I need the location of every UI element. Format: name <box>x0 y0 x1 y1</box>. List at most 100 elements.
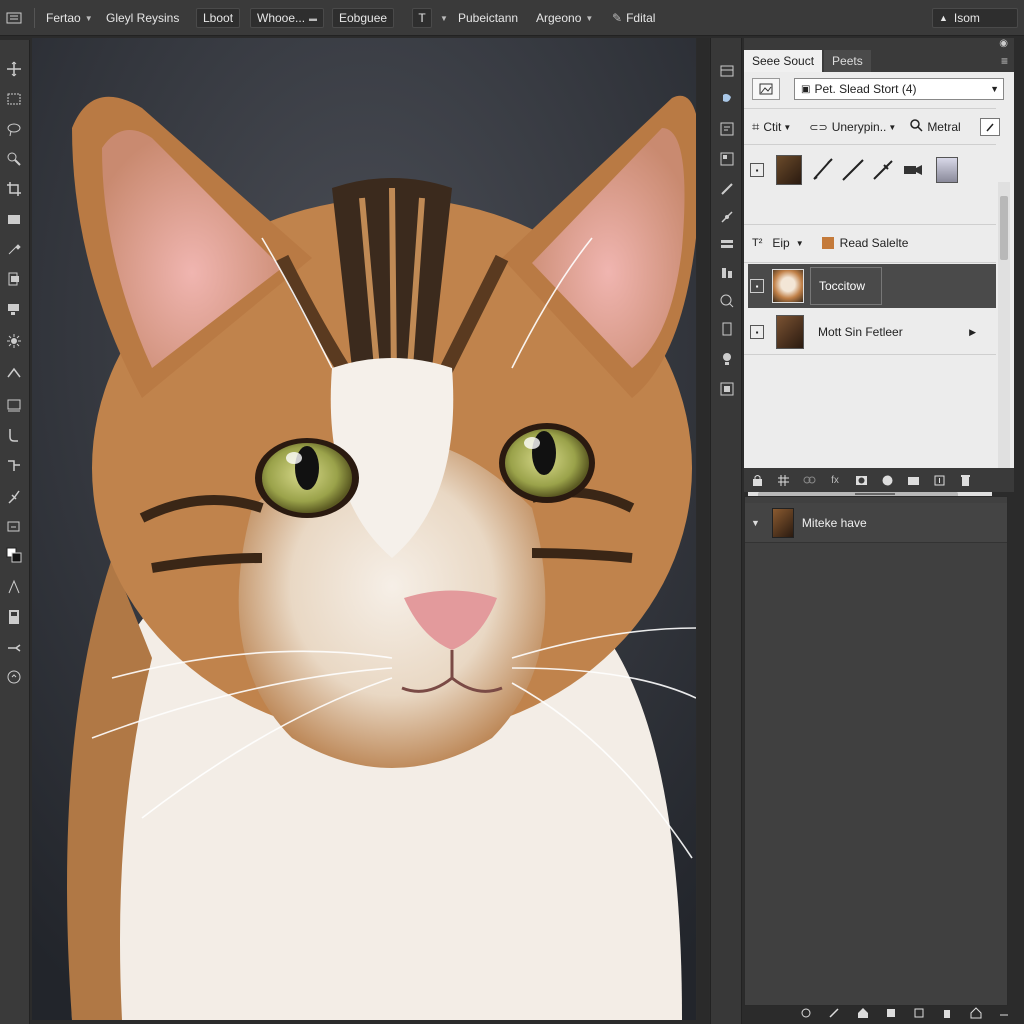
swatches-icon[interactable] <box>716 148 738 170</box>
adjustments-icon[interactable] <box>716 262 738 284</box>
panel-menu-icon[interactable]: ≡ <box>1001 50 1008 72</box>
option-lboot[interactable]: Lboot <box>196 8 241 28</box>
brush-icon[interactable] <box>810 157 836 183</box>
visibility-icon[interactable]: ▪ <box>750 163 764 177</box>
panel-scrollbar[interactable]: ⌄ <box>998 182 1010 492</box>
pencil-icon[interactable] <box>828 1007 840 1022</box>
expand-arrow-icon[interactable]: ▶ <box>969 327 976 338</box>
option-label: Gleyl Reysins <box>106 11 180 25</box>
workspace-switcher[interactable]: ▲ Isom <box>932 8 1018 28</box>
eraser-tool-icon[interactable] <box>3 394 25 416</box>
delete-icon[interactable] <box>952 470 978 490</box>
square-icon[interactable] <box>885 1007 897 1022</box>
healing-brush-icon[interactable] <box>3 268 25 290</box>
option-gleyl-reysins[interactable]: Gleyl Reysins <box>106 8 179 28</box>
option-whooe-dropdown[interactable]: Whooe... ▬ <box>250 8 325 28</box>
preset-select[interactable]: ▣ Pet. Slead Stort (4) ▼ <box>794 78 1004 100</box>
read-salelte-button[interactable]: Read Salelte <box>840 236 909 250</box>
quick-mask-icon[interactable] <box>3 606 25 628</box>
adjustment-layer-icon[interactable] <box>874 470 900 490</box>
gradient-tool-icon[interactable] <box>3 424 25 446</box>
text-tool-button[interactable]: T <box>412 8 432 28</box>
navigator-icon[interactable] <box>716 290 738 312</box>
tab-peets[interactable]: Peets <box>824 50 871 72</box>
option-argeono[interactable]: Argeono ▼ <box>536 8 593 28</box>
marquee-tool-icon[interactable] <box>3 88 25 110</box>
lock-icon[interactable] <box>744 470 770 490</box>
color-swatches-icon[interactable] <box>3 544 25 566</box>
effects-icon[interactable]: fx <box>822 470 848 490</box>
search-field[interactable]: Metral <box>927 120 960 134</box>
style-swatch-icon <box>821 237 834 249</box>
paths-icon[interactable] <box>716 206 738 228</box>
color-icon[interactable] <box>716 88 738 110</box>
pen-nib-icon[interactable] <box>870 157 896 183</box>
chevron-down-icon[interactable]: ▼ <box>751 518 760 528</box>
home-alt-icon[interactable] <box>970 1006 982 1022</box>
chevron-down-icon: ▼ <box>795 238 804 248</box>
text-size-icon: T² <box>752 237 763 249</box>
kind-dropdown[interactable]: Unerypin.. <box>832 120 887 134</box>
edit-dropdown[interactable]: Eip <box>772 236 789 250</box>
move-tool-icon[interactable] <box>3 58 25 80</box>
layer-row-selected[interactable]: ▪ Toccitow <box>748 264 996 308</box>
grid-icon[interactable] <box>770 470 796 490</box>
pen-tool-icon[interactable] <box>3 516 25 538</box>
canvas-scrollbar[interactable] <box>697 38 709 1020</box>
line-icon[interactable] <box>840 157 866 183</box>
panel-grip[interactable] <box>855 493 895 495</box>
dodge-tool-icon[interactable] <box>3 486 25 508</box>
libraries-icon[interactable] <box>716 378 738 400</box>
search-icon <box>910 119 923 135</box>
properties-icon[interactable] <box>716 118 738 140</box>
document-canvas[interactable] <box>32 38 696 1020</box>
quick-select-icon[interactable] <box>3 148 25 170</box>
new-layer-icon[interactable] <box>926 470 952 490</box>
layer-thumbnail <box>776 315 804 349</box>
zoom-tool-icon[interactable] <box>3 666 25 688</box>
pen-icon[interactable] <box>980 118 1000 136</box>
crop-tool-icon[interactable] <box>3 178 25 200</box>
info-icon[interactable] <box>716 318 738 340</box>
channels-icon[interactable] <box>716 234 738 256</box>
list-item[interactable]: ▼ Miteke have <box>745 503 1007 543</box>
type-tool-icon[interactable] <box>3 576 25 598</box>
menu-icon[interactable] <box>6 8 22 28</box>
link-layers-icon[interactable] <box>796 470 822 490</box>
option-eobguee[interactable]: Eobguee <box>332 8 395 28</box>
hand-tool-icon[interactable] <box>3 636 25 658</box>
frame-tool-icon[interactable] <box>3 208 25 230</box>
options-bar: Fertao ▼ Gleyl Reysins Lboot Whooe... ▬ Eo… <box>0 0 1024 36</box>
layer-row[interactable]: ▪ Mott Sin Fetleer ▶ <box>748 310 996 354</box>
visibility-icon[interactable]: ▪ <box>750 325 764 339</box>
crop-icon: ⌗ <box>752 119 760 134</box>
home-icon[interactable] <box>857 1007 869 1022</box>
chevron-down-icon[interactable]: ▼ <box>440 8 448 28</box>
history-icon[interactable] <box>716 60 738 82</box>
option-fdital[interactable]: ✎ Fdital <box>612 8 655 28</box>
collapse-icon[interactable] <box>998 1007 1010 1022</box>
settings-icon[interactable] <box>800 1007 812 1022</box>
blur-tool-icon[interactable] <box>3 454 25 476</box>
brush-settings-icon[interactable] <box>716 178 738 200</box>
brush-tool-icon[interactable] <box>3 298 25 320</box>
tab-seee-souct[interactable]: Seee Souct <box>744 50 823 72</box>
mask-icon[interactable] <box>848 470 874 490</box>
frame-icon[interactable] <box>913 1007 925 1022</box>
history-brush-icon[interactable] <box>3 362 25 384</box>
eyedropper-icon[interactable] <box>3 238 25 260</box>
option-pubeictann[interactable]: Pubeictann <box>458 8 518 28</box>
styles-icon[interactable] <box>716 348 738 370</box>
option-fertao[interactable]: Fertao ▼ <box>46 8 93 28</box>
chevron-down-icon: ▼ <box>888 122 897 132</box>
trash-icon[interactable] <box>941 1007 953 1022</box>
cut-dropdown[interactable]: Ctit <box>763 120 781 134</box>
group-icon[interactable] <box>900 470 926 490</box>
scroll-thumb[interactable] <box>1000 196 1008 260</box>
camera-icon[interactable] <box>902 159 924 181</box>
visibility-icon[interactable]: ▪ <box>750 279 764 293</box>
panel-options-icon[interactable]: ◉ <box>999 38 1008 49</box>
clone-stamp-icon[interactable] <box>3 330 25 352</box>
lasso-tool-icon[interactable] <box>3 118 25 140</box>
filter-kind-button[interactable] <box>752 78 780 100</box>
